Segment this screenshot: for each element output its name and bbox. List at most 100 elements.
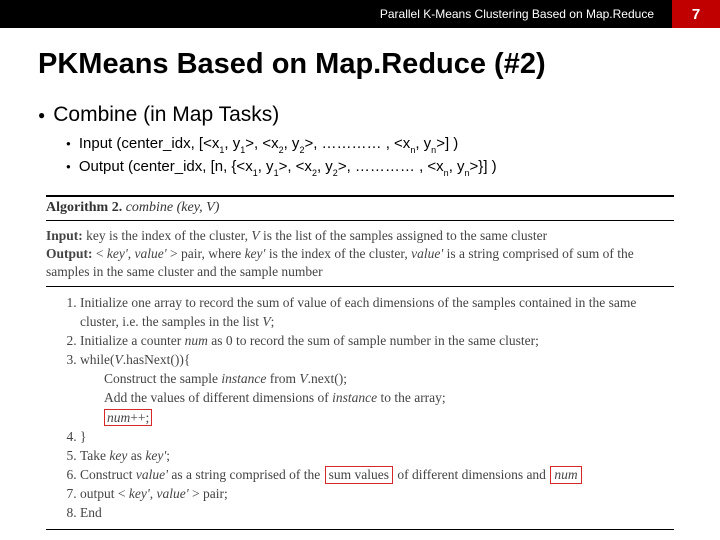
algo-line: Initialize a counter num as 0 to record …	[80, 331, 674, 350]
header-bar: Parallel K-Means Clustering Based on Map…	[0, 0, 720, 28]
t: value'	[411, 246, 443, 261]
t: V	[299, 371, 307, 386]
t: V	[251, 228, 259, 243]
t: Initialize a counter	[80, 333, 185, 348]
sub: n	[431, 145, 436, 155]
t: ,	[150, 486, 157, 501]
t: key'	[145, 448, 166, 463]
t: while(	[80, 352, 115, 367]
algo-line: Construct value' as a string comprised o…	[80, 465, 674, 484]
rule	[46, 286, 674, 287]
algorithm-body: Initialize one array to record the sum o…	[46, 293, 674, 523]
t: Initialize one array to record the sum o…	[80, 295, 636, 329]
sub: n	[444, 168, 449, 178]
sub: 2	[312, 168, 317, 178]
t: is the list of the samples assigned to t…	[260, 228, 548, 243]
t: ;	[166, 448, 170, 463]
t: End	[80, 505, 102, 520]
t: , y	[224, 135, 240, 152]
t: >] )	[436, 135, 458, 152]
t: ++;	[130, 410, 149, 425]
bullet-dot-icon: ●	[38, 109, 45, 121]
header-caption: Parallel K-Means Clustering Based on Map…	[0, 0, 672, 28]
algorithm-block: Algorithm 2. combine (key, V) Input: key…	[46, 195, 674, 530]
sub: n	[410, 145, 415, 155]
algo-subline: Construct the sample instance from V.nex…	[80, 369, 674, 388]
t: num	[185, 333, 208, 348]
t: V	[115, 352, 123, 367]
sub: n	[465, 168, 470, 178]
t: }	[80, 429, 86, 444]
sub: 2	[299, 145, 304, 155]
t: >, ………… , <x	[304, 135, 410, 152]
bullet-input: ● Input (center_idx, [<x1, y1>, <x2, y2>…	[66, 135, 682, 154]
t: Add the values of different dimensions o…	[104, 390, 332, 405]
t: to the array;	[377, 390, 446, 405]
rule	[46, 195, 674, 197]
t: num	[554, 467, 577, 482]
t: >, ………… , <x	[338, 158, 444, 175]
t: as a string comprised of the	[168, 467, 324, 482]
rule	[46, 529, 674, 530]
t: Construct	[80, 467, 136, 482]
page-number: 7	[672, 0, 720, 28]
t: is the index of the cluster,	[265, 246, 411, 261]
t: value'	[136, 467, 168, 482]
t: as	[127, 448, 145, 463]
t: .next();	[308, 371, 347, 386]
algo-line: output < key', value' > pair;	[80, 484, 674, 503]
t: of different dimensions and	[394, 467, 549, 482]
bullet-dot-icon: ●	[66, 163, 71, 171]
t: key is the index of the cluster,	[83, 228, 252, 243]
t: , y	[284, 135, 300, 152]
algo-line: Take key as key';	[80, 446, 674, 465]
t: ;	[271, 314, 275, 329]
t: as 0 to record the sum of sample number …	[208, 333, 539, 348]
t: key	[109, 448, 127, 463]
t: from	[266, 371, 299, 386]
algo-label: Algorithm 2.	[46, 200, 122, 215]
bullet-input-text: Input (center_idx, [<x1, y1>, <x2, y2>, …	[79, 135, 458, 154]
t: Construct the sample	[104, 371, 221, 386]
t: instance	[221, 371, 266, 386]
t: output <	[80, 486, 129, 501]
t: Input (center_idx, [<x	[79, 135, 220, 152]
t: num	[107, 410, 130, 425]
t: ,	[128, 246, 135, 261]
sub: 1	[219, 145, 224, 155]
bullet-output: ● Output (center_idx, [n, {<x1, y1>, <x2…	[66, 158, 682, 177]
t: <	[93, 246, 107, 261]
redbox-sumvalues: sum values	[325, 466, 393, 484]
bullet-dot-icon: ●	[66, 140, 71, 148]
t: >}] )	[470, 158, 497, 175]
sub: 1	[253, 168, 258, 178]
t: .hasNext()){	[123, 352, 191, 367]
t: , y	[258, 158, 274, 175]
t: Output (center_idx, [n, {<x	[79, 158, 253, 175]
redbox-num-inc: num++;	[104, 409, 152, 427]
t: , y	[449, 158, 465, 175]
algo-line: }	[80, 427, 674, 446]
t: key'	[107, 246, 128, 261]
algorithm-io: Input: key is the index of the cluster, …	[46, 227, 674, 282]
slide-title: PKMeans Based on Map.Reduce (#2)	[38, 48, 682, 81]
bullet-output-text: Output (center_idx, [n, {<x1, y1>, <x2, …	[79, 158, 497, 177]
t: >, <x	[245, 135, 278, 152]
sub: 1	[274, 168, 279, 178]
algo-line: while(V.hasNext()){ Construct the sample…	[80, 350, 674, 427]
t: value'	[157, 486, 189, 501]
sub: 2	[333, 168, 338, 178]
bullet-combine-text: Combine (in Map Tasks)	[53, 103, 279, 127]
t: value'	[135, 246, 167, 261]
t: >, <x	[279, 158, 312, 175]
input-label: Input:	[46, 228, 83, 243]
t: instance	[332, 390, 377, 405]
slide-content: PKMeans Based on Map.Reduce (#2) ● Combi…	[0, 28, 720, 530]
algo-line: Initialize one array to record the sum o…	[80, 293, 674, 331]
t: , y	[415, 135, 431, 152]
t: , y	[317, 158, 333, 175]
t: > pair, where	[167, 246, 245, 261]
t: V	[262, 314, 270, 329]
algo-line: End	[80, 503, 674, 522]
sub: 1	[240, 145, 245, 155]
